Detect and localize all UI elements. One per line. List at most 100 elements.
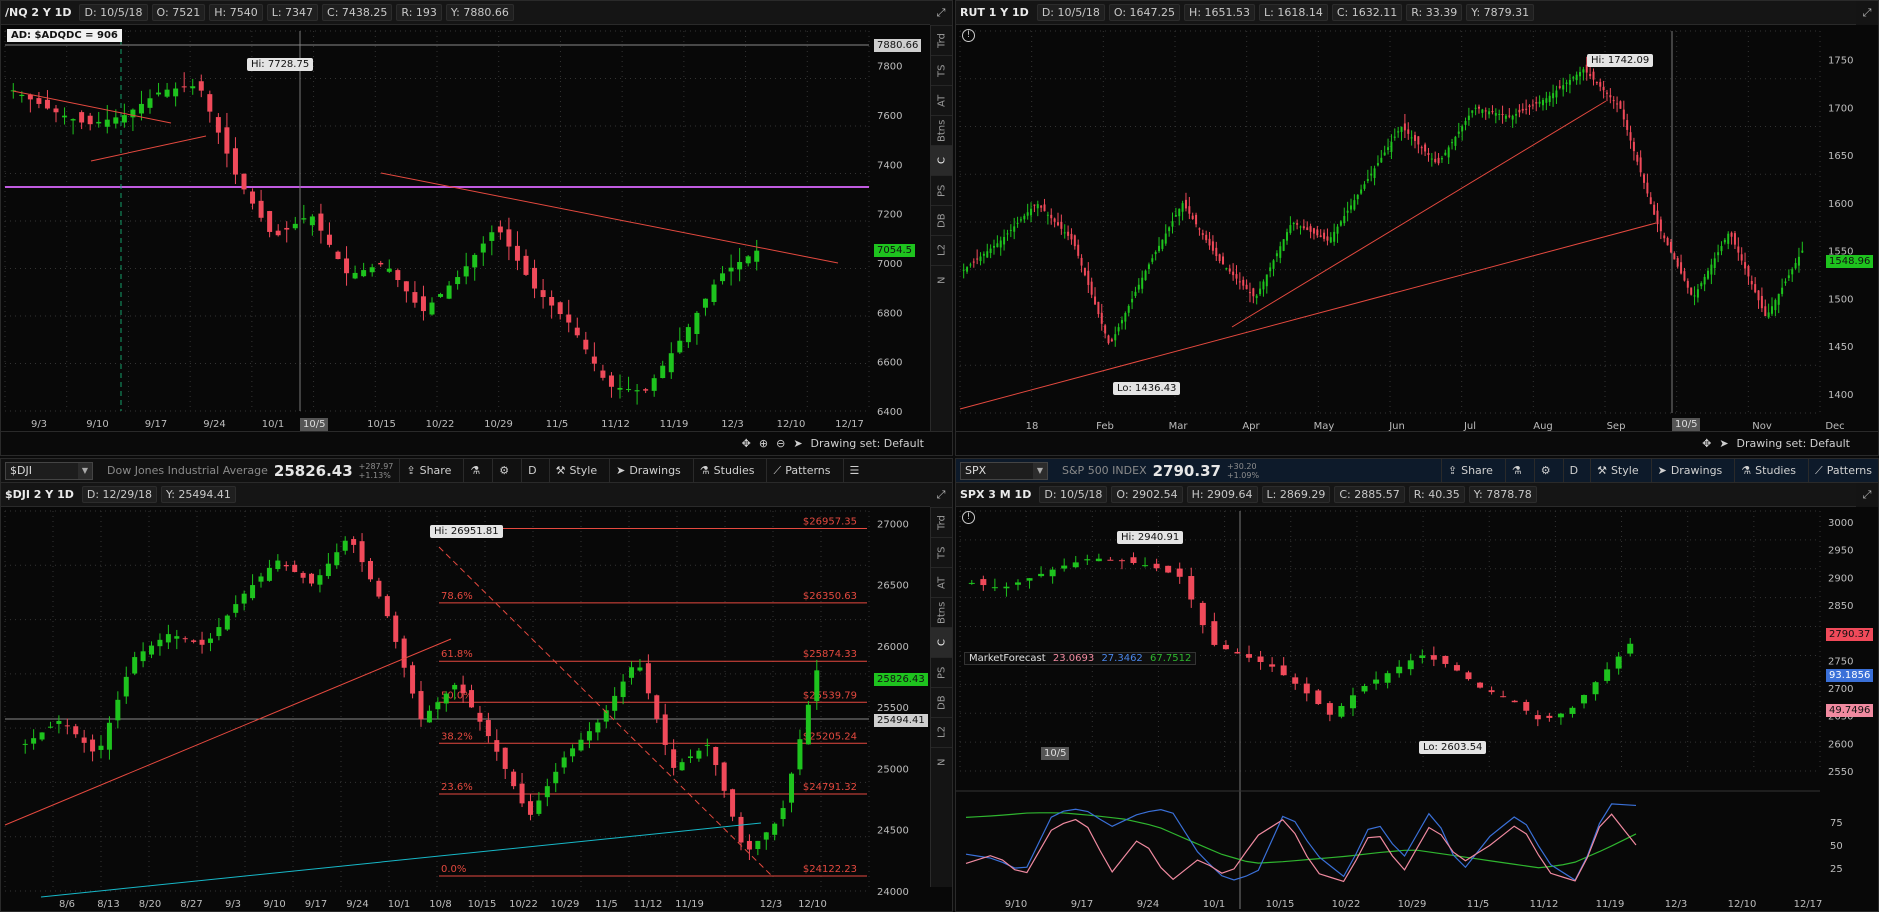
- side-tab-n[interactable]: N: [931, 265, 952, 295]
- nq-drawing-set[interactable]: Drawing set: Default: [811, 437, 924, 450]
- x-tick-label: 9/17: [305, 899, 327, 910]
- spx-expand-icon[interactable]: ⤢: [1856, 483, 1878, 507]
- side-tab-ts[interactable]: TS: [931, 55, 952, 85]
- rut-candle: [1323, 232, 1326, 239]
- dji-candle: [325, 563, 331, 577]
- info-icon[interactable]: !: [962, 29, 975, 42]
- nq-candle: [130, 109, 136, 118]
- rut-candle: [1696, 289, 1699, 298]
- rut-candle: [1552, 93, 1555, 99]
- spx-price-chart[interactable]: 3000295029002850280027502700265026002550…: [956, 459, 1879, 912]
- side-tab-at[interactable]: AT: [931, 85, 952, 115]
- nq-candle: [395, 270, 401, 281]
- dji-candle: [629, 667, 635, 678]
- side-tab-btns[interactable]: Btns: [931, 597, 952, 627]
- rut-candle: [1090, 281, 1093, 295]
- side-tab-c[interactable]: C: [931, 145, 952, 175]
- pointer-icon[interactable]: ➤: [793, 437, 802, 450]
- rut-candle: [1797, 256, 1800, 266]
- rut-candle: [1417, 136, 1420, 145]
- y-tick-label: 1500: [1828, 294, 1853, 305]
- rut-candle: [1195, 214, 1198, 225]
- nq-candle: [583, 339, 589, 350]
- zoom-in-icon[interactable]: ⊕: [759, 437, 768, 450]
- spx-ind-blue-tag: 93.1856: [1826, 669, 1874, 682]
- nq-candle: [720, 273, 726, 282]
- nq-chart-pane[interactable]: /NQ 2 Y 1D D: 10/5/18 O: 7521 H: 7540 L:…: [0, 0, 953, 456]
- side-tab-trd[interactable]: Trd: [931, 507, 952, 537]
- nq-candle: [412, 292, 418, 303]
- rut-candle: [1528, 105, 1531, 108]
- x-tick-label: 12/3: [721, 419, 743, 430]
- nq-expand-icon[interactable]: ⤢: [930, 1, 952, 25]
- side-tab-ts[interactable]: TS: [931, 537, 952, 567]
- nq-candle: [318, 213, 324, 231]
- side-tab-c[interactable]: C: [931, 627, 952, 657]
- rut-candle: [1104, 325, 1107, 334]
- rut-candle: [1279, 246, 1282, 258]
- rut-candle: [1299, 226, 1302, 228]
- x-tick-label: 11/5: [546, 419, 568, 430]
- side-tab-db[interactable]: DB: [931, 687, 952, 717]
- rut-candle: [1242, 279, 1245, 286]
- dji-candle: [645, 663, 651, 694]
- y-tick-label: 27000: [877, 519, 909, 530]
- nq-candle: [472, 254, 478, 268]
- rut-candle: [1158, 245, 1161, 252]
- rut-candle: [1744, 262, 1747, 269]
- dji-candle: [477, 712, 483, 722]
- rut-expand-icon[interactable]: ⤢: [1856, 1, 1878, 25]
- nq-candle: [694, 312, 700, 335]
- spx-chart-pane[interactable]: SPX ▼ S&P 500 INDEX 2790.37 +30.20 +1.09% …: [955, 458, 1879, 912]
- spx-candle: [1084, 559, 1091, 561]
- pan-icon[interactable]: ✥: [1702, 437, 1711, 450]
- side-tab-trd[interactable]: Trd: [931, 25, 952, 55]
- pointer-icon[interactable]: ➤: [1719, 437, 1728, 450]
- pan-icon[interactable]: ✥: [742, 437, 751, 450]
- spx-candle: [1523, 701, 1530, 711]
- rut-candle: [1326, 236, 1329, 241]
- side-tab-at[interactable]: AT: [931, 567, 952, 597]
- rut-candle: [1127, 305, 1130, 313]
- info-icon[interactable]: !: [962, 511, 975, 524]
- trend-line: [1231, 100, 1607, 328]
- nq-price-chart[interactable]: 7800 7600 7400 7200 7000 6800 6600 6400 9/3 9/10 9…: [1, 1, 932, 433]
- x-tick-label: 12/10: [1728, 899, 1757, 910]
- nq-last-price-tag: 7054.5: [874, 244, 915, 257]
- dji-candle: [22, 743, 28, 745]
- rut-candle: [1168, 227, 1171, 232]
- y-tick-label: 2750: [1828, 656, 1853, 667]
- nq-candle: [335, 251, 341, 260]
- x-tick-label: 12/10: [777, 419, 806, 430]
- rut-candle: [1511, 115, 1514, 120]
- rut-price-chart[interactable]: 1750170016501600155015001450140018 Feb Mar…: [956, 1, 1879, 433]
- rut-candle: [1087, 270, 1090, 285]
- rut-candle: [1100, 312, 1103, 324]
- nq-candle: [737, 262, 743, 270]
- dji-chart-pane[interactable]: $DJI ▼ Dow Jones Industrial Average 25826…: [0, 458, 953, 912]
- side-tab-n[interactable]: N: [931, 747, 952, 777]
- nq-candle: [121, 115, 127, 123]
- dji-candle: [578, 739, 584, 751]
- side-tab-db[interactable]: DB: [931, 205, 952, 235]
- rut-candle: [1003, 236, 1006, 245]
- rut-candle: [1407, 129, 1410, 134]
- dji-expand-icon[interactable]: ⤢: [930, 483, 952, 507]
- dji-hi-label: Hi: 26951.81: [430, 525, 503, 538]
- rut-candle: [1737, 246, 1740, 253]
- side-tab-l2[interactable]: L2: [931, 717, 952, 747]
- dji-candle: [250, 585, 256, 599]
- dji-candle: [123, 676, 129, 697]
- nq-candle: [309, 216, 315, 226]
- side-tab-ps[interactable]: PS: [931, 175, 952, 205]
- side-tab-l2[interactable]: L2: [931, 235, 952, 265]
- side-tab-ps[interactable]: PS: [931, 657, 952, 687]
- rut-chart-pane[interactable]: RUT 1 Y 1D D: 10/5/18 O: 1647.25 H: 1651…: [955, 0, 1879, 456]
- zoom-out-icon[interactable]: ⊖: [776, 437, 785, 450]
- nq-candle: [224, 127, 230, 154]
- spx-candle: [1557, 713, 1564, 718]
- rut-drawing-set[interactable]: Drawing set: Default: [1737, 437, 1850, 450]
- rut-candle: [1083, 267, 1086, 276]
- dji-candle: [696, 750, 702, 759]
- side-tab-btns[interactable]: Btns: [931, 115, 952, 145]
